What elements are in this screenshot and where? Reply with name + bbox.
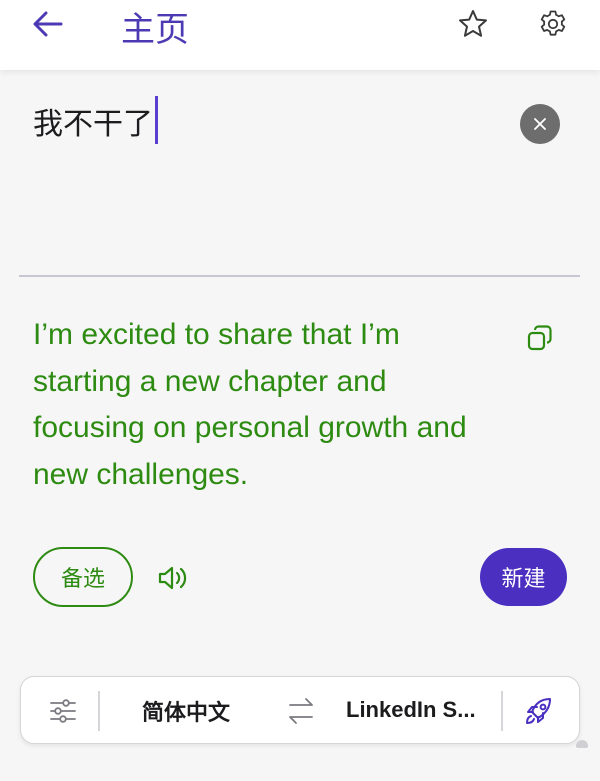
app-root: 主页 我不干了 I’m excited to share that I’m st… [0,0,600,781]
sliders-icon [50,699,76,723]
speaker-icon [158,566,187,590]
source-language-selector[interactable]: 简体中文 [116,695,256,727]
star-icon [459,10,487,37]
copy-icon [527,325,552,351]
text-caret [155,96,158,144]
page-title: 主页 [121,10,189,50]
scroll-handle [576,740,588,748]
result-text: I’m excited to share that I’m starting a… [33,318,467,491]
language-bar: 简体中文 LinkedIn S... [20,676,580,744]
close-icon [534,118,546,130]
top-app-bar: 主页 [0,0,600,70]
rocket-icon [526,698,551,724]
clear-input-button[interactable] [520,104,560,144]
alternatives-button[interactable]: 备选 [33,547,133,607]
source-input[interactable]: 我不干了 [33,96,158,144]
section-divider [19,275,580,277]
source-text: 我不干了 [33,107,153,142]
settings-button[interactable] [532,4,574,44]
back-button[interactable] [28,6,68,42]
gear-icon [540,10,566,36]
new-button[interactable]: 新建 [480,548,567,606]
rocket-button[interactable] [519,692,559,730]
swap-languages-button[interactable] [283,693,319,729]
bar-separator [501,691,503,731]
favorite-button[interactable] [452,4,494,44]
arrow-left-icon [33,11,63,37]
copy-button[interactable] [520,318,560,358]
swap-arrows-icon [289,698,313,724]
speak-button[interactable] [154,560,192,596]
filter-button[interactable] [43,693,83,729]
target-style-selector[interactable]: LinkedIn S... [346,697,486,723]
bar-separator [98,691,100,731]
source-input-area[interactable]: 我不干了 [0,70,600,276]
